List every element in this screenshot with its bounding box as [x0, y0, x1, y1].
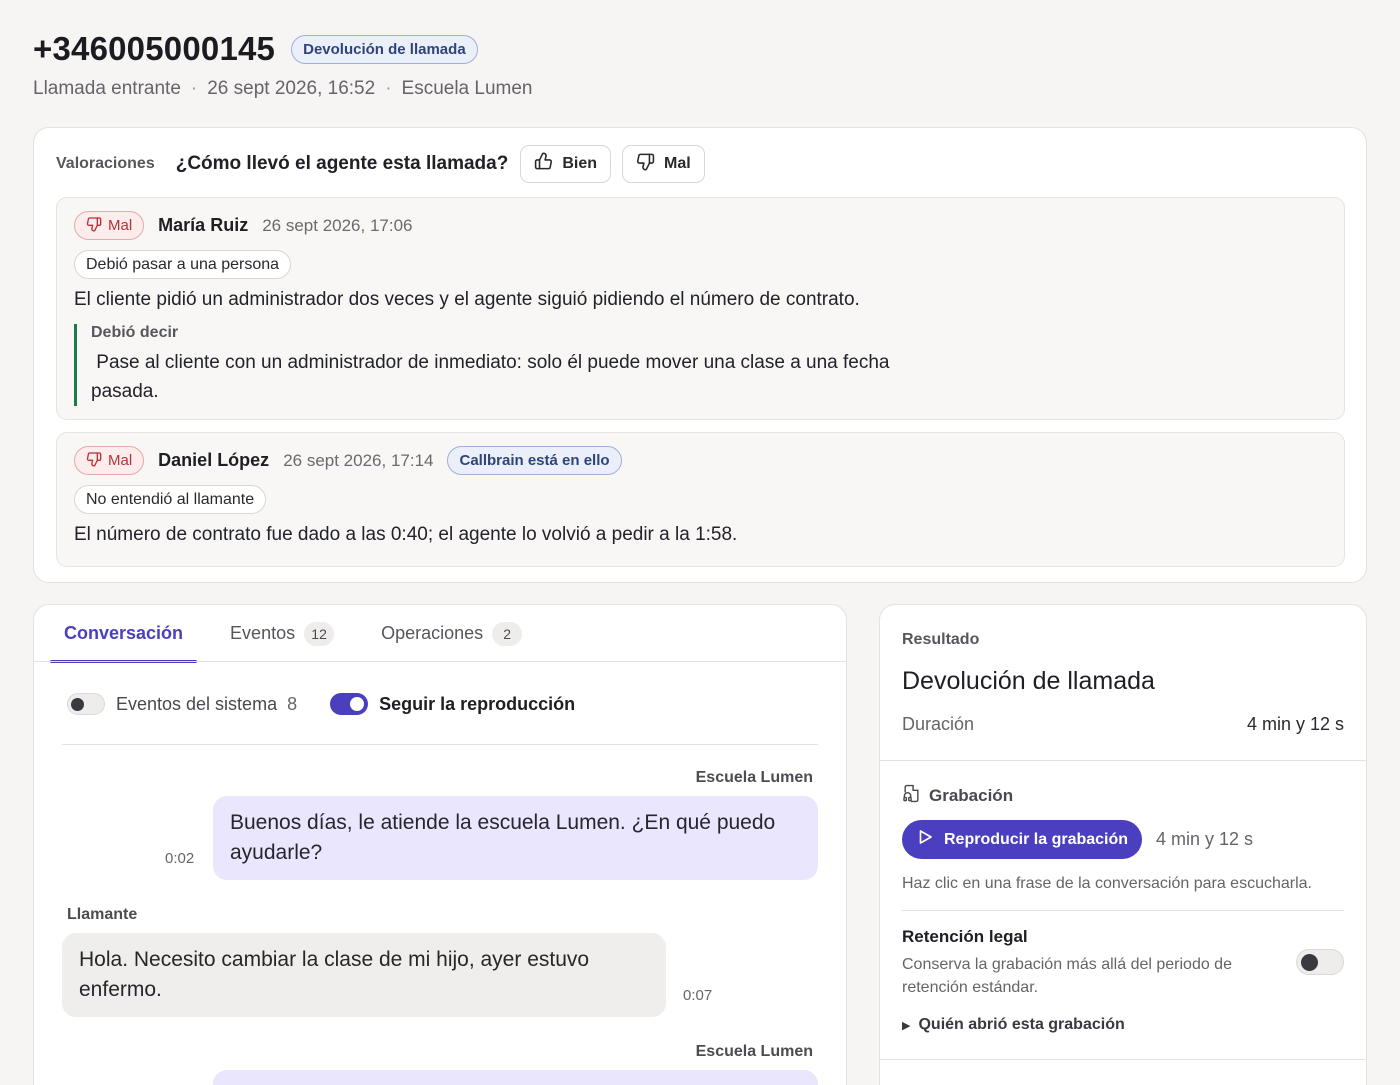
status-badge: Callbrain está en ello — [447, 446, 622, 475]
meta-separator: · — [385, 78, 392, 99]
who-opened-disclosure[interactable]: ▶ Quién abrió esta grabación — [902, 1016, 1125, 1034]
agent-message[interactable] — [213, 1070, 818, 1085]
feedback-comment: El número de contrato fue dado a las 0:4… — [74, 524, 738, 545]
rate-bad-button[interactable]: Mal — [622, 145, 705, 183]
agent-message[interactable]: Buenos días, le atiende la escuela Lumen… — [213, 796, 818, 880]
feedback-item: Mal Daniel López 26 sept 2026, 17:14 Cal… — [56, 432, 1345, 567]
recording-header: Grabación — [902, 784, 1013, 808]
result-panel: Resultado Devolución de llamada Duración… — [879, 604, 1367, 1085]
feedback-date: 26 sept 2026, 17:06 — [262, 215, 413, 235]
tab-events[interactable]: Eventos 12 — [216, 605, 348, 662]
panel-divider — [880, 760, 1366, 761]
feedback-tag: No entendió al llamante — [74, 485, 267, 514]
tab-count: 2 — [492, 621, 523, 646]
recording-file-icon — [902, 784, 921, 808]
should-say-quote: Debió decir Pase al cliente con un admin… — [74, 324, 934, 406]
thumbs-down-icon — [86, 451, 102, 471]
caret-right-icon: ▶ — [902, 1019, 911, 1032]
play-recording-button[interactable]: Reproducir la grabación — [902, 820, 1143, 859]
call-organization: Escuela Lumen — [401, 78, 533, 99]
recording-label: Grabación — [929, 786, 1014, 805]
panel-divider — [902, 910, 1344, 911]
follow-playback-toggle[interactable] — [330, 693, 369, 715]
duration-row: Duración 4 min y 12 s — [902, 714, 1344, 735]
feedback-author: María Ruiz — [158, 215, 249, 235]
result-label: Resultado — [902, 631, 980, 648]
tab-count: 12 — [304, 621, 335, 646]
tab-label: Conversación — [64, 623, 184, 643]
meta-separator: · — [190, 78, 198, 99]
follow-playback-label: Seguir la reproducción — [379, 693, 576, 714]
verdict-badge: Mal — [74, 446, 145, 475]
feedback-header: Mal María Ruiz 26 sept 2026, 17:06 — [74, 211, 413, 240]
retention-title: Retención legal — [902, 927, 1028, 946]
should-say-label: Debió decir — [91, 324, 179, 341]
recording-hint: Haz clic en una frase de la conversación… — [902, 875, 1312, 892]
system-events-count: 8 — [287, 693, 298, 714]
conversation-tabs: Conversación Eventos 12 Operaciones 2 — [50, 605, 536, 663]
recording-duration: 4 min y 12 s — [1156, 829, 1254, 849]
system-events-label: Eventos del sistema — [116, 693, 278, 714]
panel-divider — [880, 1059, 1366, 1060]
conversation-toggles: Eventos del sistema 8 Seguir la reproduc… — [67, 693, 575, 715]
feedback-header: Mal Daniel López 26 sept 2026, 17:14 Cal… — [74, 446, 622, 475]
call-date: 26 sept 2026, 16:52 — [207, 78, 376, 99]
verdict-badge: Mal — [74, 211, 145, 240]
toggles-divider — [62, 744, 818, 745]
should-say-text: Pase al cliente con un administrador de … — [91, 352, 895, 402]
ratings-question: ¿Cómo llevó el agente esta llamada? — [175, 153, 509, 174]
verdict-label: Mal — [108, 452, 133, 469]
feedback-date: 26 sept 2026, 17:14 — [283, 450, 434, 470]
thumbs-down-icon — [86, 216, 102, 236]
outcome-badge: Devolución de llamada — [291, 34, 478, 64]
thumbs-down-icon — [636, 152, 655, 176]
verdict-label: Mal — [108, 217, 133, 234]
message-time[interactable]: 0:02 — [165, 850, 194, 867]
phone-number: +346005000145 — [33, 30, 276, 67]
message-speaker: Llamante — [67, 906, 138, 923]
message-time[interactable]: 0:07 — [683, 987, 712, 1004]
rate-bad-label: Mal — [664, 155, 691, 172]
tab-operations[interactable]: Operaciones 2 — [367, 605, 536, 662]
tabs-divider — [34, 661, 846, 662]
ratings-label: Valoraciones — [56, 155, 155, 172]
tab-conversation[interactable]: Conversación — [50, 605, 198, 663]
ratings-header: Valoraciones ¿Cómo llevó el agente esta … — [56, 145, 716, 183]
who-opened-label: Quién abrió esta grabación — [918, 1016, 1125, 1033]
thumbs-up-icon — [534, 152, 553, 176]
conversation-card: Conversación Eventos 12 Operaciones 2 Ev… — [33, 604, 847, 1085]
caller-message[interactable]: Hola. Necesito cambiar la clase de mi hi… — [62, 933, 666, 1017]
feedback-tag: Debió pasar a una persona — [74, 250, 292, 279]
duration-value: 4 min y 12 s — [1246, 714, 1344, 734]
retention-toggle[interactable] — [1296, 949, 1344, 975]
system-events-toggle[interactable] — [67, 693, 105, 715]
play-icon — [916, 828, 934, 851]
call-meta: Llamada entrante · 26 sept 2026, 16:52 ·… — [33, 78, 1333, 100]
rate-good-button[interactable]: Bien — [520, 145, 611, 183]
call-header: +346005000145 Devolución de llamada Llam… — [33, 30, 1333, 100]
tab-label: Eventos — [230, 623, 296, 643]
message-speaker: Escuela Lumen — [695, 769, 813, 786]
duration-label: Duración — [902, 714, 975, 734]
feedback-author: Daniel López — [158, 450, 270, 470]
rate-good-label: Bien — [562, 155, 597, 172]
feedback-comment: El cliente pidió un administrador dos ve… — [74, 289, 860, 310]
result-value: Devolución de llamada — [902, 667, 1155, 695]
call-direction: Llamada entrante — [33, 78, 181, 99]
play-recording-label: Reproducir la grabación — [944, 830, 1129, 848]
tab-label: Operaciones — [381, 623, 484, 643]
ratings-card: Valoraciones ¿Cómo llevó el agente esta … — [33, 127, 1367, 583]
message-speaker: Escuela Lumen — [695, 1043, 813, 1060]
retention-description: Conserva la grabación más allá del perio… — [902, 956, 1232, 996]
feedback-item: Mal María Ruiz 26 sept 2026, 17:06 Debió… — [56, 197, 1345, 420]
